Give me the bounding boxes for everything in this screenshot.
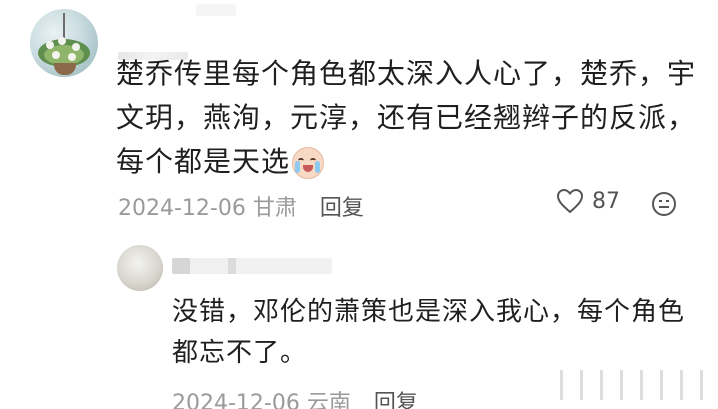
reply-meta: 2024-12-06 云南 回复: [172, 385, 418, 409]
reply-body: 没错，邓伦的萧策也是深入我心，每个角色都忘不了。: [172, 297, 686, 368]
comment-body: 楚乔传里每个角色都太深入人心了，楚乔，宇文玥，燕洵，元淳，还有已经翘辫子的反派，…: [116, 52, 706, 184]
comment-location: 甘肃: [252, 196, 297, 221]
avatar[interactable]: [117, 245, 163, 291]
emoji-reaction-icon[interactable]: [651, 191, 677, 217]
blurred-top-strip: [196, 4, 236, 16]
comment-date: 2024-12-06: [118, 196, 246, 221]
blurred-overlay: [556, 370, 704, 400]
reply-date: 2024-12-06: [172, 391, 300, 409]
reply-location: 云南: [306, 391, 351, 409]
username-blurred[interactable]: [172, 258, 332, 274]
comment-thread: 楚乔传里每个角色都太深入人心了，楚乔，宇文玥，燕洵，元淳，还有已经翘辫子的反派，…: [0, 0, 718, 409]
heart-icon: [556, 188, 584, 214]
comment-text: 楚乔传里每个角色都太深入人心了，楚乔，宇文玥，燕洵，元淳，还有已经翘辫子的反派，…: [116, 57, 697, 178]
crying-laughing-emoji-icon: [292, 147, 325, 179]
reply-button[interactable]: 回复: [320, 196, 364, 221]
avatar[interactable]: [30, 9, 98, 77]
like-count: 87: [592, 188, 620, 214]
comment-meta: 2024-12-06 甘肃 回复: [118, 190, 364, 222]
reply-button[interactable]: 回复: [374, 391, 418, 409]
like-button[interactable]: 87: [556, 188, 620, 214]
